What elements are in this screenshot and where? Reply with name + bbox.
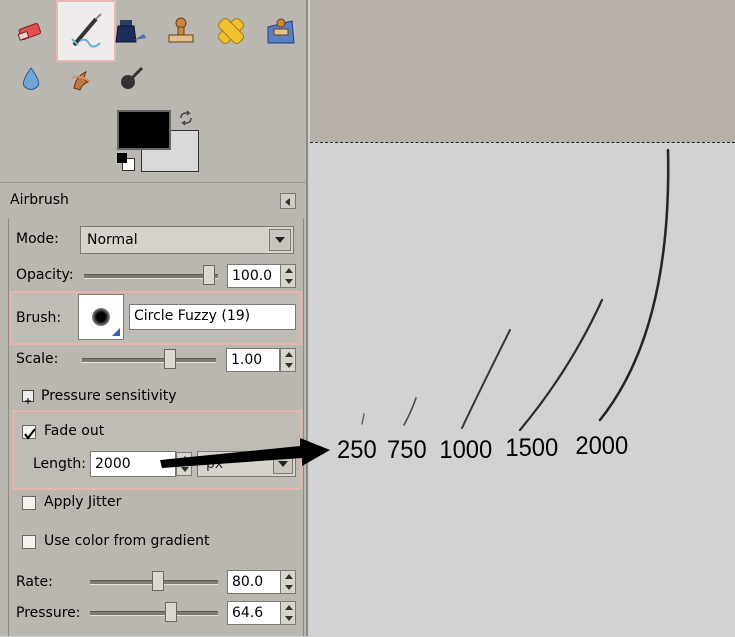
stroke-label-250: 250 <box>337 436 377 464</box>
stroke-1000 <box>461 329 511 429</box>
stroke-label-1500: 1500 <box>505 434 559 462</box>
stroke-label-750: 750 <box>387 436 427 464</box>
stroke-2000 <box>598 148 670 422</box>
stroke-250 <box>361 413 365 425</box>
stroke-750 <box>403 397 417 426</box>
pointer-arrow-icon <box>160 438 330 468</box>
stroke-label-2000: 2000 <box>575 432 629 460</box>
stroke-1500 <box>518 298 604 432</box>
canvas-strokes <box>160 148 670 468</box>
stroke-label-1000: 1000 <box>439 436 493 464</box>
